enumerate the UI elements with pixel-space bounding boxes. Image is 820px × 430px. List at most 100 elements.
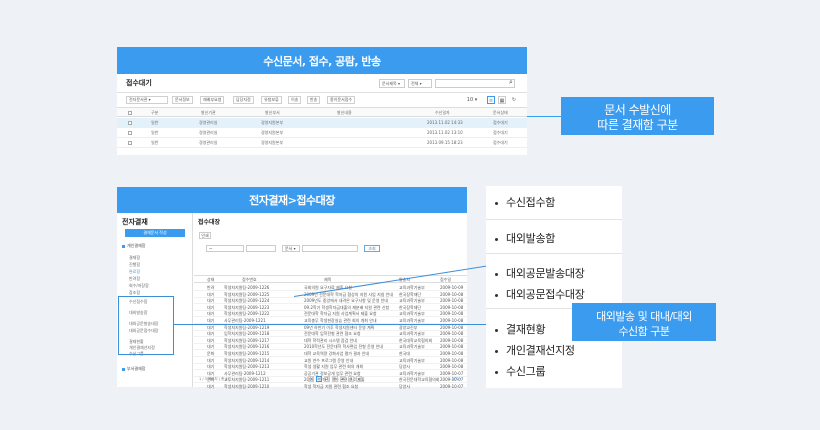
list-item: 대외공문접수대장 [495,286,585,302]
table-cell: 2010학년도 전문대학 학사편입 전형 운영 안내 [304,344,384,350]
table-cell: 2009-10-08 [440,357,464,363]
sidebar-item[interactable]: 회수/저장함 [129,283,149,289]
row-date: 2013.11.02 13:10 [427,130,463,135]
search-icon[interactable]: ⌕ [509,78,517,87]
table-cell: 2009년도 중앙에서 내려온 요구사항 및 운영 안내 [304,298,389,304]
table-cell: 한국장학재단 [399,304,422,310]
doc-info-button[interactable]: 문서정보 [172,96,193,104]
table-cell: 대기 [207,344,215,350]
table-row[interactable]: 일반 경영관리실 경영지원본부 2013.11.02 14:33 접수대기 [117,118,527,128]
table-cell: 대기 [207,357,215,363]
row-status: 접수대기 [493,140,508,145]
table-header: 상태 접수번호 제목 발송처 접수일 [194,275,467,283]
page-button[interactable]: < [308,376,314,382]
sidebar-title: 전자결재 [122,218,148,226]
table-row[interactable]: 일반 경영관리실 경영지원본부 2013.09.15 18:23 접수대기 [117,138,527,148]
search-field-select[interactable]: 문서제목 ▾ [379,79,405,88]
refresh-icon[interactable]: ↻ [510,96,518,104]
assign-button[interactable]: 담당지정 [233,96,254,104]
print-button[interactable]: 인쇄 [199,232,211,239]
table-cell: 2009-10-08 [440,298,464,304]
sidebar-item[interactable]: 반려함 [129,276,140,282]
hold-button[interactable]: 유첨보류 [261,96,282,104]
row-org: 경영관리실 [199,140,218,145]
table-cell: 2009-10-08 [440,318,464,323]
table-cell: 학생처지원팀-2009-1213 [224,364,270,370]
select-all-checkbox[interactable] [128,111,132,115]
keyword-input[interactable] [302,245,358,252]
sidebar-item[interactable]: 결재함 [129,255,140,261]
page-button[interactable]: 3 [332,376,338,382]
callout-text: 따른 결재함 구분 [597,118,678,132]
view-select[interactable]: 보기 ▾ [452,377,461,382]
return-button[interactable]: 반송 [307,96,321,104]
table-row[interactable]: 대기 학생처지원팀-2009-1210 학생 학자금 지원 관련 협조 요청 당양사 2… [194,383,467,390]
page-size-select[interactable]: 10 ▾ [466,96,478,104]
grid-view-icon[interactable]: ▦ [498,96,506,104]
transfer-button[interactable]: 이송 [288,96,302,104]
row-checkbox[interactable] [128,141,132,145]
callout-text: 대외발송 및 대내/대외 [596,310,692,323]
column-header: 구분 [151,110,159,115]
row-checkbox[interactable] [128,131,132,135]
table-cell: 교육과학기술부 [399,298,425,304]
page-button[interactable]: 1 [316,376,322,382]
table-cell: 교무처지원팀-2009-1211 [224,377,270,383]
table-cell: 한국장학재단 [399,291,422,297]
row-dept: 경영지원본부 [261,130,284,135]
row-date: 2013.11.02 14:33 [427,120,463,125]
table-cell: 학생처지원팀-2009-1225 [224,291,270,297]
search-scope-select[interactable]: 전체 ▾ [408,79,432,88]
table-cell: 대기 [207,298,215,304]
paper-receipt-button[interactable]: 종이문서접수 [327,96,356,104]
page-button[interactable]: 4 [340,376,346,382]
table-cell: 학생처지원팀-2009-1222 [224,311,270,317]
list-view-icon[interactable]: ≡ [487,96,495,104]
table-cell: 교육과학기술부 [399,318,425,323]
doc-type-select[interactable]: 전자문서관 ▾ [126,96,168,104]
page-button[interactable]: > [356,376,362,382]
page-button[interactable]: 2 [324,376,330,382]
column-header: 상태 [207,277,215,282]
inbox-screenshot: 수신문서, 접수, 공람, 반송 접수대기 문서제목 ▾ 전체 ▾ ⌕ 전자문서… [117,47,527,155]
feature-list: 수신접수함 대외발송함 대외공문발송대장 대외공문접수대장 결재현황 개인결재선… [486,186,622,388]
table-cell: 학생 학자금 지원 관련 협조 요청 [304,384,359,389]
doc-filter-select[interactable]: 문서 ▾ [282,245,300,252]
table-cell: 09년 하반기 이후 학생지원센터 운영 계획 [304,324,375,330]
page-button[interactable]: 5 [348,376,354,382]
folder-icon [122,367,125,371]
list-item: 수신그룹 [495,363,546,379]
sidebar-group-department[interactable]: 부서결재함 [122,366,145,372]
row-org: 경영관리실 [199,130,218,135]
table-cell: 대학 학적관리 시스템 점검 안내 [304,337,357,343]
row-checkbox[interactable] [128,121,132,125]
search-input[interactable] [435,79,515,88]
table-cell: 09.2학기 학생학자금대출의 재분배 지원 관련 신청 [304,304,390,310]
table-cell: 대기 [207,337,215,343]
receipt-ledger-screenshot: 전자결재>접수대장 전자결재 결재문서 작성 개인결재함 결재함 진행함 완료함… [117,187,467,390]
column-header: 발신내용 [337,110,352,115]
table-cell: 대기 [207,364,215,370]
column-header: 문서상태 [493,110,508,115]
table-cell: 교원 연수 프로그램 운영 안내 [304,357,354,363]
table-cell: 입학처지원팀-2009-1218 [224,331,270,337]
table-cell: 대기 [207,304,215,310]
date-from-input[interactable]: ~ [206,245,244,252]
sidebar-item[interactable]: 완료함 [129,269,140,275]
compose-document-button[interactable]: 결재문서 작성 [125,229,185,237]
table-cell: 학생처지원팀-2009-1217 [224,337,270,343]
sidebar-item[interactable]: 진행함 [129,262,140,268]
list-item: 수신접수함 [495,194,555,210]
table-cell: 대기 [207,318,215,323]
row-dept: 경영지원본부 [261,140,284,145]
table-row[interactable]: 일반 경영관리실 경영지원본부 2013.11.02 13:10 접수대기 [117,128,527,138]
table-cell: 2009-10-07 [440,370,464,376]
redistribute-button[interactable]: 재배부요청 [200,96,225,104]
search-button[interactable]: 조회 [364,245,380,252]
list-item: 개인결재선지정 [495,342,575,358]
table-cell: 2009-10-08 [440,351,464,356]
date-to-input[interactable] [246,245,276,252]
sidebar-group-personal[interactable]: 개인결재함 [122,243,145,249]
row-status: 접수대기 [493,120,508,125]
divider [486,219,622,220]
